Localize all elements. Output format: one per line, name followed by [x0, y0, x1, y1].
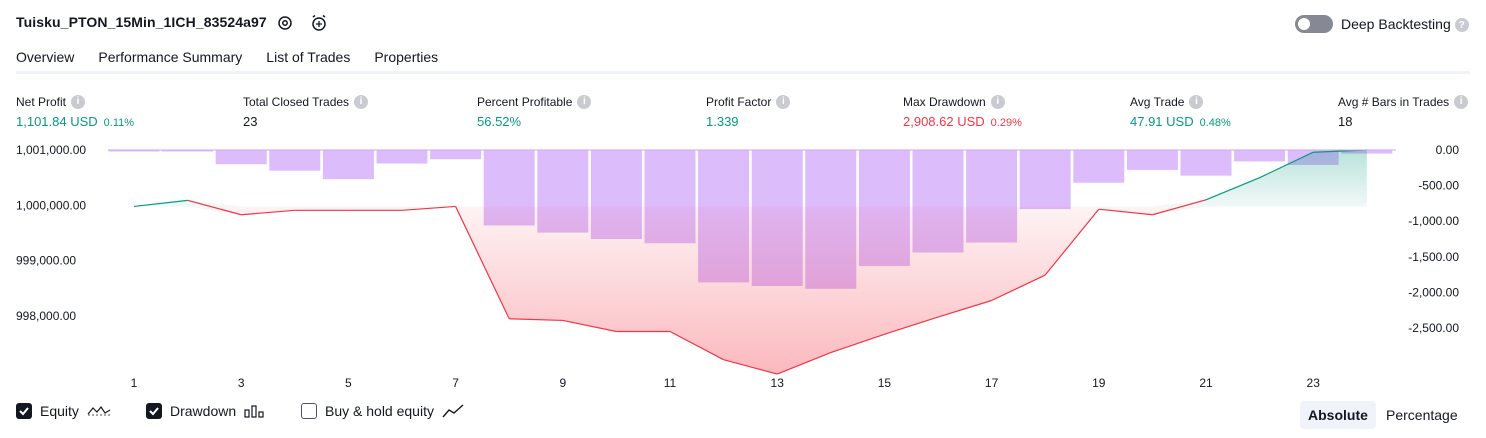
deep-backtesting-toggle[interactable] — [1295, 15, 1333, 33]
x-axis-label: 15 — [878, 376, 892, 390]
drawdown-bar[interactable] — [1234, 150, 1286, 162]
checkbox-checked-icon[interactable] — [16, 403, 32, 419]
drawdown-bar[interactable] — [322, 150, 374, 180]
tab-performance-summary[interactable]: Performance Summary — [98, 46, 242, 74]
tab-list-of-trades[interactable]: List of Trades — [266, 46, 350, 74]
metric-value: 1.339 — [706, 114, 739, 129]
info-icon[interactable]: i — [71, 94, 86, 109]
y-axis-left-label: 998,000.00 — [16, 309, 76, 323]
x-axis-label: 1 — [131, 376, 138, 390]
y-axis-right-label: -1,000.00 — [1408, 214, 1459, 228]
metric-label: Percent Profitable — [477, 94, 573, 109]
drawdown-checkbox[interactable]: Drawdown — [146, 403, 266, 419]
metric-value: 47.91 USD — [1130, 114, 1194, 129]
info-icon[interactable]: i — [776, 94, 791, 109]
drawdown-bar[interactable] — [1073, 150, 1125, 183]
metric-avg-trade: Avg Trade i 47.91 USD 0.48% — [1130, 94, 1231, 129]
equity-drawdown-chart[interactable]: 1,001,000.00 1,000,000.00 999,000.00 998,00… — [0, 140, 1486, 395]
drawdown-bar[interactable] — [376, 150, 428, 164]
strategy-title: Tuisku_PTON_15Min_1ICH_83524a97 — [16, 14, 267, 30]
equity-label: Equity — [40, 403, 79, 419]
help-icon[interactable]: ? — [1454, 18, 1469, 33]
info-icon[interactable]: i — [577, 94, 592, 109]
tab-overview[interactable]: Overview — [16, 46, 75, 74]
metric-percent: 0.29% — [990, 117, 1022, 129]
x-axis-label: 17 — [985, 376, 999, 390]
y-axis-left-label: 1,000,000.00 — [16, 198, 86, 212]
y-axis-right-label: -2,000.00 — [1408, 285, 1459, 299]
metric-value: 1,101.84 USD — [16, 114, 98, 129]
y-axis-right-label: -1,500.00 — [1408, 250, 1459, 264]
tab-divider — [16, 71, 1470, 74]
y-axis-left-label: 999,000.00 — [16, 254, 76, 268]
drawdown-bar[interactable] — [1126, 150, 1178, 170]
metric-label: Avg # Bars in Trades — [1338, 94, 1450, 109]
y-axis-right-label: -500.00 — [1418, 179, 1459, 193]
metric-net-profit: Net Profit i 1,101.84 USD 0.11% — [16, 94, 134, 129]
tab-properties[interactable]: Properties — [374, 46, 438, 74]
x-axis-label: 19 — [1092, 376, 1106, 390]
x-axis-label: 11 — [664, 376, 677, 390]
metric-max-drawdown: Max Drawdown i 2,908.62 USD 0.29% — [903, 94, 1022, 129]
settings-icon[interactable] — [275, 13, 295, 33]
absolute-button[interactable]: Absolute — [1300, 401, 1376, 429]
metric-label: Max Drawdown — [903, 94, 986, 109]
tab-bar: Overview Performance Summary List of Tra… — [16, 46, 438, 74]
equity-checkbox[interactable]: Equity — [16, 403, 111, 419]
y-axis-left-label: 1,001,000.00 — [16, 143, 86, 157]
metric-percent: 0.48% — [1199, 117, 1231, 129]
metric-value: 2,908.62 USD — [903, 114, 985, 129]
buy-hold-checkbox[interactable]: Buy & hold equity — [301, 403, 464, 419]
x-axis-label: 21 — [1199, 376, 1213, 390]
metric-percent: 0.11% — [103, 117, 135, 129]
equity-loss-area — [134, 206, 1367, 375]
metric-value: 23 — [243, 114, 258, 129]
x-axis-label: 5 — [345, 376, 352, 390]
drawdown-bar[interactable] — [215, 150, 267, 165]
info-icon[interactable]: i — [990, 94, 1005, 109]
drawdown-label: Drawdown — [170, 403, 237, 419]
buy-hold-label: Buy & hold equity — [325, 403, 434, 419]
metric-label: Net Profit — [16, 94, 67, 109]
trend-line-icon — [442, 404, 464, 418]
info-icon[interactable]: i — [1454, 94, 1469, 109]
info-icon[interactable]: i — [354, 94, 369, 109]
metric-label: Avg Trade — [1130, 94, 1185, 109]
y-axis-right-label: 0.00 — [1436, 143, 1460, 157]
drawdown-bar[interactable] — [430, 150, 482, 160]
metric-profit-factor: Profit Factor i 1.339 — [706, 94, 791, 129]
x-axis-label: 3 — [238, 376, 245, 390]
bar-chart-icon — [244, 405, 264, 418]
metric-value: 18 — [1338, 114, 1353, 129]
metric-total-closed-trades: Total Closed Trades i 23 — [243, 94, 369, 129]
equity-line-icon — [87, 405, 111, 416]
x-axis-label: 7 — [452, 376, 459, 390]
metric-avg-bars: Avg # Bars in Trades i 18 — [1338, 94, 1469, 129]
x-axis-label: 23 — [1307, 376, 1321, 390]
info-icon[interactable]: i — [1189, 94, 1204, 109]
drawdown-bar[interactable] — [269, 150, 321, 171]
drawdown-bar[interactable] — [1180, 150, 1232, 176]
x-axis-label: 13 — [771, 376, 785, 390]
metric-label: Total Closed Trades — [243, 94, 350, 109]
x-axis-label: 9 — [559, 376, 566, 390]
metric-percent-profitable: Percent Profitable i 56.52% — [477, 94, 592, 129]
add-alert-icon[interactable] — [309, 13, 329, 33]
metric-value: 56.52% — [477, 114, 522, 129]
deep-backtesting-label: Deep Backtesting — [1341, 16, 1451, 32]
metric-label: Profit Factor — [706, 94, 772, 109]
checkbox-unchecked-icon[interactable] — [301, 403, 317, 419]
y-axis-right-label: -2,500.00 — [1408, 321, 1459, 335]
percentage-button[interactable]: Percentage — [1378, 401, 1466, 429]
checkbox-checked-icon[interactable] — [146, 403, 162, 419]
drawdown-bar[interactable] — [1019, 150, 1071, 210]
